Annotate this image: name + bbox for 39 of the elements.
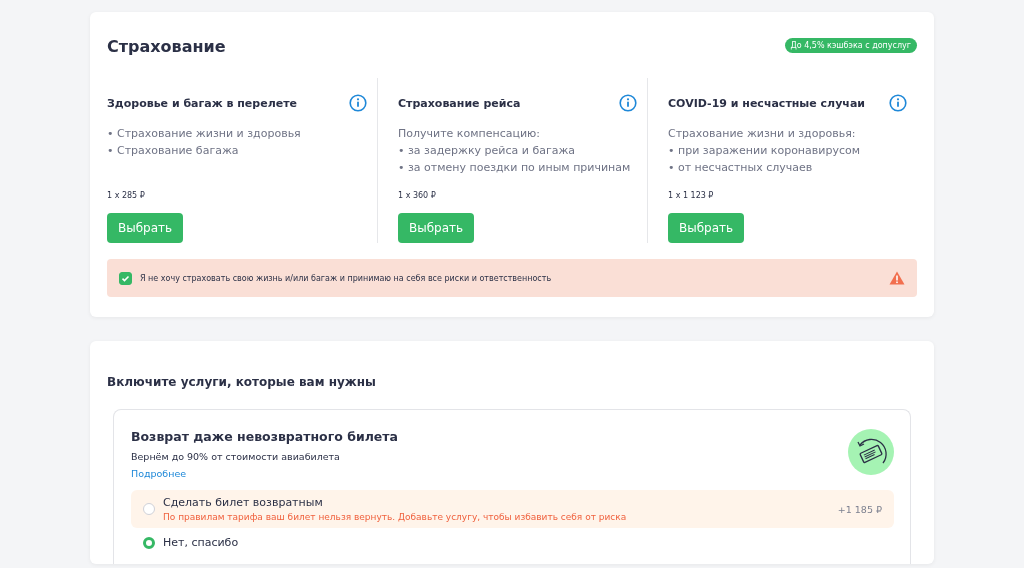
section-title: Страхование	[107, 37, 226, 56]
select-button[interactable]: Выбрать	[107, 213, 184, 243]
info-icon[interactable]	[889, 94, 907, 112]
option-label: Нет, спасибо	[163, 536, 239, 549]
option-price: 1 x 360 ₽	[398, 191, 437, 200]
section-title: Включите услуги, которые вам нужны	[107, 375, 377, 389]
option-title: COVID-19 и несчастные случаи	[668, 96, 866, 110]
info-icon[interactable]	[619, 94, 637, 112]
warning-icon	[889, 271, 905, 285]
refund-option[interactable]: Нет, спасибо	[131, 530, 894, 555]
option-price: +1 185 ₽	[837, 503, 882, 515]
option-title: Страхование рейса	[398, 96, 521, 110]
decline-label: Я не хочу страховать свою жизнь и/или багаж и принимаю на себя все риски и ответственность	[140, 273, 553, 283]
cashback-badge: До 4,5% кэшбэка с допуслуг	[784, 38, 917, 53]
option-note: По правилам тарифа ваш билет нельзя вернуть. Добавьте услугу, чтобы избавить себя от риска	[163, 512, 627, 522]
radio-button[interactable]	[143, 503, 155, 515]
radio-button[interactable]	[143, 536, 155, 549]
select-button[interactable]: Выбрать	[668, 213, 745, 243]
option-description: • при заражении коронавирусом	[668, 143, 861, 158]
option-title: Здоровье и багаж в перелете	[107, 96, 298, 110]
option-description: • Страхование жизни и здоровья	[107, 126, 302, 141]
refund-option[interactable]: Сделать билет возвратным По правилам тарифа ваш билет нельзя вернуть. Добавьте услугу, чтобы избавить себя от риска +1 185 ₽	[131, 490, 894, 528]
option-description: Страхование жизни и здоровья:	[668, 126, 857, 141]
option-description: • за отмену поездки по иным причинам	[398, 160, 632, 175]
option-description: • за задержку рейса и багажа	[398, 143, 577, 158]
option-description: Получите компенсацию:	[398, 126, 542, 141]
decline-checkbox[interactable]	[119, 271, 132, 285]
option-description: • Страхование багажа	[107, 143, 240, 158]
info-icon[interactable]	[349, 94, 367, 112]
checkmark-icon	[121, 273, 130, 283]
option-label: Сделать билет возвратным	[163, 496, 324, 509]
ticket-return-icon	[848, 429, 894, 475]
option-description: • от несчастных случаев	[668, 160, 814, 175]
option-price: 1 x 1 123 ₽	[668, 191, 715, 200]
option-price: 1 x 285 ₽	[107, 191, 146, 200]
service-title: Возврат даже невозвратного билета	[131, 429, 398, 444]
service-subtitle: Вернём до 90% от стоимости авиабилета	[131, 451, 341, 462]
more-link[interactable]: Подробнее	[131, 468, 187, 479]
select-button[interactable]: Выбрать	[398, 213, 475, 243]
